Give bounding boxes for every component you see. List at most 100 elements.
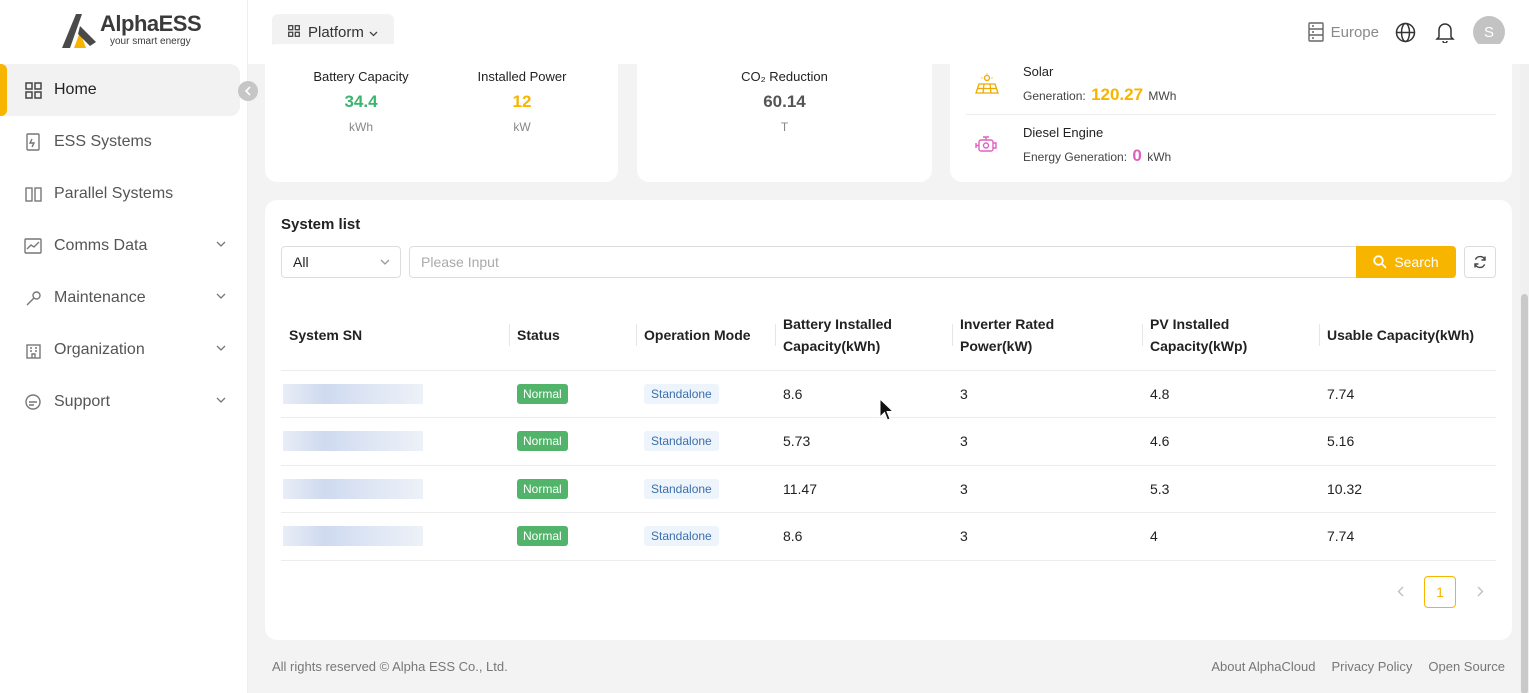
capacity-card: Battery Capacity 34.4 kWh Installed Powe… (265, 44, 618, 182)
search-input[interactable] (409, 246, 1357, 278)
sidebar-item-label: Organization (54, 341, 145, 358)
globe-icon (1395, 22, 1415, 42)
sidebar-item-maintenance[interactable]: Maintenance (0, 272, 248, 324)
chevron-down-icon (216, 290, 226, 302)
inverter-power-cell: 3 (952, 370, 1142, 418)
sidebar-item-organization[interactable]: Organization (0, 324, 248, 376)
status-badge: Normal (517, 478, 568, 499)
usable-capacity-cell: 7.74 (1319, 370, 1496, 418)
status-filter-select[interactable]: All (281, 246, 401, 278)
sidebar: AlphaESS your smart energy Home ESS Syst… (0, 0, 248, 693)
battery-capacity-cell: 11.47 (775, 465, 952, 513)
copyright-text: All rights reserved © Alpha ESS Co., Ltd… (272, 659, 508, 674)
language-button[interactable] (1393, 20, 1417, 44)
logo-name: AlphaESS (100, 11, 202, 36)
chevron-down-icon (216, 238, 226, 250)
sidebar-item-label: Parallel Systems (54, 185, 174, 202)
status-badge: Normal (517, 431, 568, 452)
page-number-button[interactable]: 1 (1424, 576, 1456, 608)
sidebar-collapse-button[interactable] (238, 81, 258, 101)
prev-page-button[interactable] (1384, 584, 1416, 600)
scrollbar-thumb[interactable] (1521, 294, 1528, 693)
chevron-down-icon (216, 394, 226, 406)
logo-tagline: your smart energy (110, 36, 191, 47)
pv-capacity-cell: 4.6 (1142, 417, 1319, 466)
privacy-policy-link[interactable]: Privacy Policy (1331, 659, 1412, 674)
server-icon (1307, 22, 1324, 42)
sidebar-item-support[interactable]: Support (0, 376, 248, 428)
inverter-power-cell: 3 (952, 512, 1142, 561)
table-row[interactable]: Normal Standalone 11.47 3 5.3 10.32 (281, 465, 1496, 513)
bell-icon (1435, 23, 1455, 43)
inverter-power-cell: 3 (952, 417, 1142, 466)
system-sn-redacted[interactable] (283, 383, 423, 404)
divider (966, 114, 1496, 115)
col-pv-installed-capacity[interactable]: PV Installed Capacity(kWp) (1142, 300, 1319, 371)
col-battery-installed-capacity[interactable]: Battery Installed Capacity(kWh) (775, 300, 952, 371)
open-source-link[interactable]: Open Source (1428, 659, 1505, 674)
building-icon (24, 341, 42, 359)
col-system-sn[interactable]: System SN (281, 300, 509, 371)
pagination: 1 (1384, 576, 1496, 608)
battery-capacity-cell: 8.6 (775, 370, 952, 418)
chevron-down-icon (369, 24, 378, 41)
mode-badge: Standalone (644, 383, 719, 404)
sidebar-item-label: Comms Data (54, 237, 148, 254)
sidebar-nav: Home ESS Systems Parallel Systems Comms … (0, 64, 248, 428)
pv-capacity-cell: 4 (1142, 512, 1319, 561)
refresh-button[interactable] (1464, 246, 1496, 278)
refresh-icon (1474, 255, 1486, 269)
mouse-cursor-icon (879, 397, 895, 427)
sidebar-item-label: Support (54, 393, 111, 410)
region-label: Europe (1330, 23, 1379, 41)
chevron-right-icon (1477, 586, 1483, 597)
status-badge: Normal (517, 526, 568, 547)
support-icon (24, 393, 42, 411)
region-selector[interactable]: Europe (1307, 22, 1379, 42)
table-header-row: System SN Status Operation Mode Battery … (281, 300, 1496, 371)
wrench-icon (24, 289, 42, 307)
logo-mark-icon (60, 12, 98, 50)
usable-capacity-cell: 7.74 (1319, 512, 1496, 561)
solar-row: Solar Generation: 120.27 MWh (966, 56, 1176, 112)
sidebar-item-label: Maintenance (54, 289, 146, 306)
chevron-down-icon (216, 342, 226, 354)
solar-generation-value: 120.27 (1091, 84, 1144, 104)
home-grid-icon (24, 81, 42, 99)
parallel-icon (24, 185, 42, 203)
diesel-generation-value: 0 (1132, 145, 1142, 165)
sidebar-item-home[interactable]: Home (0, 64, 240, 116)
chart-icon (24, 237, 42, 255)
notifications-button[interactable] (1433, 20, 1457, 44)
col-status[interactable]: Status (509, 300, 636, 371)
page-scrollbar[interactable] (1520, 64, 1529, 693)
diesel-engine-icon (966, 135, 1008, 155)
sidebar-item-parallel-systems[interactable]: Parallel Systems (0, 168, 248, 220)
mode-badge: Standalone (644, 526, 719, 547)
system-sn-redacted[interactable] (283, 478, 423, 499)
sidebar-item-ess-systems[interactable]: ESS Systems (0, 116, 248, 168)
pv-capacity-cell: 5.3 (1142, 465, 1319, 513)
mode-badge: Standalone (644, 431, 719, 452)
about-link[interactable]: About AlphaCloud (1211, 659, 1315, 674)
next-page-button[interactable] (1464, 584, 1496, 600)
search-button[interactable]: Search (1356, 246, 1456, 278)
col-operation-mode[interactable]: Operation Mode (636, 300, 775, 371)
battery-capacity-cell: 8.6 (775, 512, 952, 561)
col-usable-capacity[interactable]: Usable Capacity(kWh) (1319, 300, 1496, 371)
platform-label: Platform (308, 23, 364, 41)
diesel-row: Diesel Engine Energy Generation: 0 kWh (966, 117, 1171, 173)
grid-icon (288, 24, 300, 41)
usable-capacity-cell: 5.16 (1319, 417, 1496, 466)
table-row[interactable]: Normal Standalone 8.6 3 4 7.74 (281, 512, 1496, 561)
inverter-power-cell: 3 (952, 465, 1142, 513)
system-table: System SN Status Operation Mode Battery … (281, 300, 1496, 561)
alphaess-logo[interactable]: AlphaESS your smart energy (60, 11, 202, 50)
system-sn-redacted[interactable] (283, 526, 423, 547)
battery-capacity-cell: 5.73 (775, 417, 952, 466)
usable-capacity-cell: 10.32 (1319, 465, 1496, 513)
chevron-left-icon (1397, 586, 1403, 597)
sidebar-item-comms-data[interactable]: Comms Data (0, 220, 248, 272)
col-inverter-rated-power[interactable]: Inverter Rated Power(kW) (952, 300, 1142, 371)
system-sn-redacted[interactable] (283, 431, 423, 452)
